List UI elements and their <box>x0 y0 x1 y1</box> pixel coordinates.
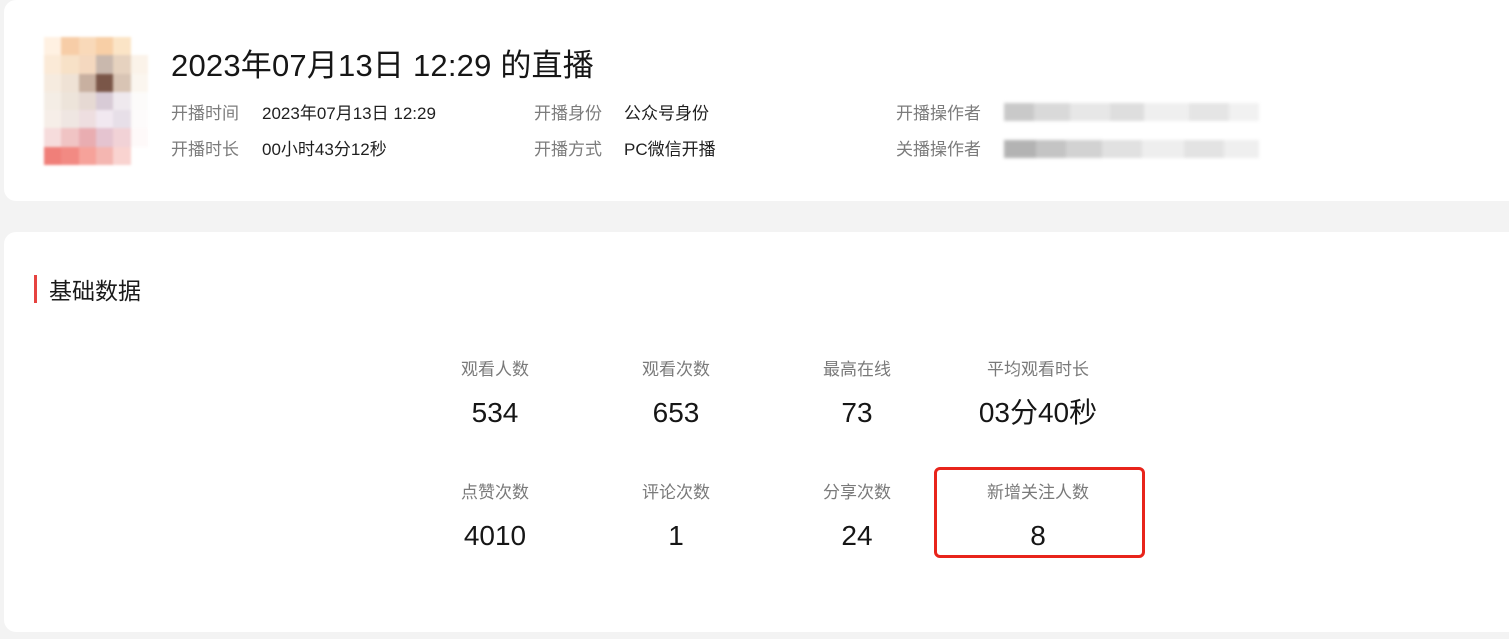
start-operator-row: 开播操作者 <box>896 104 981 124</box>
stat-value: 24 <box>841 520 873 551</box>
stat-likes: 点赞次数 4010 <box>405 483 585 552</box>
stat-value: 4010 <box>463 520 527 551</box>
stat-value: 534 <box>471 397 519 428</box>
start-operator-label: 开播操作者 <box>896 104 981 123</box>
highlight-box <box>934 467 1145 558</box>
end-operator-redacted <box>1004 140 1259 158</box>
stat-label: 观看人数 <box>461 360 529 379</box>
method-row: 开播方式 PC微信开播 <box>534 140 716 160</box>
stat-views: 观看次数 653 <box>586 360 766 429</box>
live-title: 2023年07月13日 12:29 的直播 <box>171 48 594 83</box>
stat-label: 平均观看时长 <box>987 360 1089 379</box>
stat-label: 最高在线 <box>823 360 891 379</box>
duration-row: 开播时长 00小时43分12秒 <box>171 140 387 160</box>
start-time-value: 2023年07月13日 12:29 <box>262 104 436 123</box>
identity-value: 公众号身份 <box>624 104 709 123</box>
stat-value: 653 <box>652 397 700 428</box>
end-operator-label: 关播操作者 <box>896 140 981 159</box>
section-header: 基础数据 <box>34 275 141 304</box>
basic-data-card <box>4 232 1509 632</box>
stat-comments: 评论次数 1 <box>586 483 766 552</box>
start-time-row: 开播时间 2023年07月13日 12:29 <box>171 104 436 124</box>
stat-label: 观看次数 <box>642 360 710 379</box>
stat-value: 1 <box>668 520 684 551</box>
stat-label: 点赞次数 <box>461 483 529 502</box>
live-info-card <box>4 0 1509 201</box>
duration-label: 开播时长 <box>171 140 239 159</box>
stat-label: 评论次数 <box>642 483 710 502</box>
method-label: 开播方式 <box>534 140 602 159</box>
end-operator-row: 关播操作者 <box>896 140 981 160</box>
stat-shares: 分享次数 24 <box>767 483 947 552</box>
stat-avg-watch-time: 平均观看时长 03分40秒 <box>948 360 1128 429</box>
stat-viewers: 观看人数 534 <box>405 360 585 429</box>
method-value: PC微信开播 <box>624 140 716 159</box>
section-title: 基础数据 <box>49 278 141 304</box>
stat-value: 73 <box>841 397 873 428</box>
duration-value: 00小时43分12秒 <box>262 140 387 159</box>
identity-row: 开播身份 公众号身份 <box>534 104 709 124</box>
avatar <box>44 37 148 165</box>
start-time-label: 开播时间 <box>171 104 239 123</box>
stat-peak-online: 最高在线 73 <box>767 360 947 429</box>
start-operator-redacted <box>1004 103 1259 121</box>
section-accent-bar <box>34 275 37 303</box>
stat-label: 分享次数 <box>823 483 891 502</box>
identity-label: 开播身份 <box>534 104 602 123</box>
stat-value: 03分40秒 <box>978 397 1098 428</box>
